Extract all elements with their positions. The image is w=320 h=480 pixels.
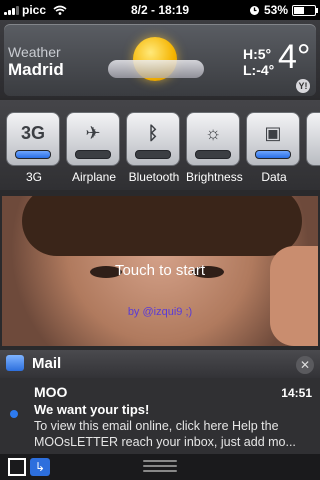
- toggle-3g-indicator: [15, 150, 51, 159]
- weather-temperature: 4°: [278, 38, 311, 76]
- toggle-bluetooth-label: Bluetooth: [128, 170, 180, 184]
- toggle-row: 3G 3G ✈ Airplane ᛒ Bluetooth ☼ Brightnes…: [0, 100, 320, 190]
- 3g-icon: 3G: [20, 123, 45, 143]
- close-button[interactable]: ✕: [296, 356, 314, 374]
- status-bar: picc 8/2 - 18:19 53%: [0, 0, 320, 20]
- toggle-next-partial[interactable]: [306, 112, 320, 166]
- unread-dot-icon: [10, 410, 18, 418]
- weather-title: Weather: [8, 44, 61, 60]
- toggle-brightness-button[interactable]: ☼: [186, 112, 240, 166]
- mail-title: Mail: [32, 355, 62, 372]
- brightness-icon: ☼: [204, 123, 222, 143]
- toggle-data[interactable]: ▣ Data: [246, 112, 302, 184]
- toggle-bluetooth[interactable]: ᛒ Bluetooth: [126, 112, 182, 184]
- battery-percent: 53%: [263, 3, 288, 17]
- mail-time: 14:51: [281, 386, 312, 400]
- battery-icon: [292, 4, 318, 16]
- status-right: 53%: [249, 3, 318, 17]
- mail-header: Mail ✕: [0, 350, 320, 378]
- mail-subject: We want your tips!: [34, 402, 150, 417]
- toggle-data-indicator: [255, 150, 291, 159]
- toggle-brightness-label: Brightness: [186, 170, 243, 184]
- toggle-brightness[interactable]: ☼ Brightness: [186, 112, 243, 184]
- toggle-data-button[interactable]: ▣: [246, 112, 300, 166]
- toggle-brightness-indicator: [195, 150, 231, 159]
- grabber-handle-icon[interactable]: [143, 460, 177, 476]
- toggle-3g-button[interactable]: 3G: [6, 112, 60, 166]
- toggle-3g-label: 3G: [25, 170, 42, 184]
- toggle-bluetooth-indicator: [135, 150, 171, 159]
- mail-preview: To view this email online, click here He…: [34, 419, 296, 449]
- mail-sender: MOO: [34, 384, 68, 400]
- yahoo-icon[interactable]: Y!: [296, 79, 310, 93]
- toggle-airplane-indicator: [75, 150, 111, 159]
- hand-shape: [270, 246, 318, 346]
- alarm-icon: [249, 5, 259, 15]
- toggle-airplane-label: Airplane: [71, 170, 117, 184]
- mail-app-icon: [6, 355, 24, 371]
- toggle-bluetooth-button[interactable]: ᛒ: [126, 112, 180, 166]
- reply-icon[interactable]: ↳: [30, 458, 50, 476]
- toggle-airplane-button[interactable]: ✈: [66, 112, 120, 166]
- bluetooth-icon: ᛒ: [147, 123, 159, 143]
- hair-shape: [22, 196, 302, 256]
- toggle-next-button[interactable]: [306, 112, 320, 166]
- weather-city: Madrid: [8, 60, 64, 79]
- cloud-icon: [108, 60, 204, 78]
- compose-icon[interactable]: [8, 458, 26, 476]
- video-widget[interactable]: Touch to start by @izqui9 ;): [2, 196, 318, 346]
- weather-high: H:5°: [243, 46, 272, 62]
- touch-to-start-label[interactable]: Touch to start: [2, 262, 318, 279]
- airplane-icon: ✈: [85, 123, 101, 143]
- toggle-data-label: Data: [261, 170, 287, 184]
- floppy-disk-icon: ▣: [264, 123, 282, 143]
- weather-low: L:-4°: [243, 62, 275, 78]
- video-credit: by @izqui9 ;): [127, 306, 193, 318]
- toggle-3g[interactable]: 3G 3G: [6, 112, 62, 184]
- toggle-airplane[interactable]: ✈ Airplane: [66, 112, 122, 184]
